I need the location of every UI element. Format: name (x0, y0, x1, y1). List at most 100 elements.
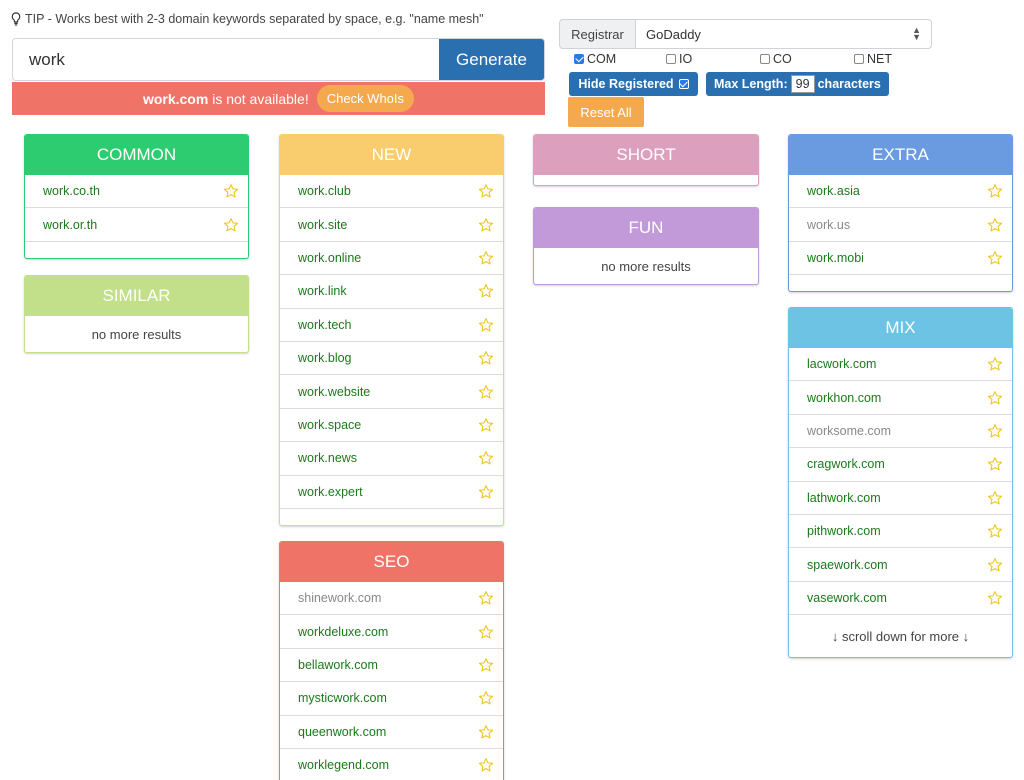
domain-row[interactable]: work.news (280, 442, 503, 476)
domain-row[interactable]: work.asia (789, 175, 1012, 209)
domain-row[interactable]: work.link (280, 275, 503, 309)
star-icon[interactable] (478, 657, 494, 673)
domain-name[interactable]: work.mobi (807, 251, 864, 265)
tld-checkbox[interactable] (574, 54, 584, 64)
domain-row[interactable]: spaework.com (789, 548, 1012, 582)
domain-name[interactable]: work.co.th (43, 184, 100, 198)
domain-name[interactable]: work.website (298, 385, 370, 399)
domain-name[interactable]: cragwork.com (807, 457, 885, 471)
hide-registered-toggle[interactable]: Hide Registered (569, 72, 698, 96)
domain-row[interactable]: work.blog (280, 342, 503, 376)
domain-row[interactable]: work.site (280, 208, 503, 242)
domain-name[interactable]: worklegend.com (298, 758, 389, 772)
tld-option-co[interactable]: CO (760, 52, 792, 66)
star-icon[interactable] (478, 417, 494, 433)
max-length-input[interactable]: 99 (790, 75, 815, 93)
domain-name[interactable]: work.tech (298, 318, 352, 332)
domain-row[interactable]: worksome.com (789, 415, 1012, 449)
domain-row[interactable]: work.tech (280, 309, 503, 342)
star-icon[interactable] (987, 390, 1003, 406)
domain-name[interactable]: workhon.com (807, 391, 881, 405)
star-icon[interactable] (223, 183, 239, 199)
star-icon[interactable] (478, 183, 494, 199)
domain-name[interactable]: vasework.com (807, 591, 887, 605)
domain-row[interactable]: work.us (789, 208, 1012, 242)
star-icon[interactable] (478, 217, 494, 233)
domain-name[interactable]: shinework.com (298, 591, 381, 605)
star-icon[interactable] (987, 590, 1003, 606)
star-icon[interactable] (987, 557, 1003, 573)
star-icon[interactable] (478, 450, 494, 466)
star-icon[interactable] (478, 317, 494, 333)
domain-row[interactable]: lacwork.com (789, 348, 1012, 382)
domain-row[interactable]: vasework.com (789, 582, 1012, 616)
star-icon[interactable] (478, 724, 494, 740)
star-icon[interactable] (987, 356, 1003, 372)
star-icon[interactable] (478, 757, 494, 773)
star-icon[interactable] (987, 250, 1003, 266)
registrar-select[interactable]: GoDaddy ▲ ▼ (636, 19, 932, 49)
tld-checkbox[interactable] (854, 54, 864, 64)
domain-name[interactable]: queenwork.com (298, 725, 386, 739)
generate-button[interactable]: Generate (439, 39, 544, 80)
star-icon[interactable] (478, 590, 494, 606)
tld-option-net[interactable]: NET (854, 52, 892, 66)
star-icon[interactable] (987, 183, 1003, 199)
domain-name[interactable]: bellawork.com (298, 658, 378, 672)
domain-row[interactable]: pithwork.com (789, 515, 1012, 549)
star-icon[interactable] (987, 217, 1003, 233)
domain-name[interactable]: lathwork.com (807, 491, 881, 505)
star-icon[interactable] (478, 624, 494, 640)
domain-name[interactable]: work.link (298, 284, 347, 298)
star-icon[interactable] (478, 690, 494, 706)
star-icon[interactable] (987, 423, 1003, 439)
check-whois-button[interactable]: Check WhoIs (316, 85, 415, 112)
star-icon[interactable] (478, 484, 494, 500)
domain-name[interactable]: work.space (298, 418, 361, 432)
star-icon[interactable] (478, 283, 494, 299)
domain-row[interactable]: lathwork.com (789, 482, 1012, 515)
domain-row[interactable]: workhon.com (789, 381, 1012, 415)
tld-checkbox[interactable] (666, 54, 676, 64)
star-icon[interactable] (478, 350, 494, 366)
hide-registered-checkbox[interactable] (678, 79, 689, 89)
domain-row[interactable]: shinework.com (280, 582, 503, 616)
domain-name[interactable]: worksome.com (807, 424, 891, 438)
domain-row[interactable]: work.expert (280, 476, 503, 509)
domain-row[interactable]: work.mobi (789, 242, 1012, 276)
star-icon[interactable] (987, 456, 1003, 472)
domain-name[interactable]: work.online (298, 251, 361, 265)
domain-name[interactable]: work.expert (298, 485, 363, 499)
domain-name[interactable]: spaework.com (807, 558, 888, 572)
star-icon[interactable] (987, 490, 1003, 506)
tld-checkbox[interactable] (760, 54, 770, 64)
domain-name[interactable]: workdeluxe.com (298, 625, 388, 639)
domain-row[interactable]: work.or.th (25, 208, 248, 242)
domain-row[interactable]: queenwork.com (280, 716, 503, 749)
domain-row[interactable]: work.space (280, 409, 503, 443)
domain-row[interactable]: work.website (280, 375, 503, 409)
domain-name[interactable]: work.asia (807, 184, 860, 198)
domain-name[interactable]: work.site (298, 218, 347, 232)
domain-row[interactable]: mysticwork.com (280, 682, 503, 716)
star-icon[interactable] (223, 217, 239, 233)
domain-name[interactable]: work.or.th (43, 218, 97, 232)
domain-row[interactable]: worklegend.com (280, 749, 503, 780)
domain-name[interactable]: work.blog (298, 351, 352, 365)
domain-name[interactable]: mysticwork.com (298, 691, 387, 705)
keyword-input[interactable] (13, 39, 439, 80)
domain-name[interactable]: work.news (298, 451, 357, 465)
domain-name[interactable]: pithwork.com (807, 524, 881, 538)
domain-row[interactable]: workdeluxe.com (280, 615, 503, 649)
tld-option-com[interactable]: COM (574, 52, 616, 66)
domain-row[interactable]: bellawork.com (280, 649, 503, 683)
star-icon[interactable] (478, 384, 494, 400)
tld-option-io[interactable]: IO (666, 52, 692, 66)
star-icon[interactable] (987, 523, 1003, 539)
reset-all-button[interactable]: Reset All (568, 97, 644, 127)
domain-name[interactable]: work.club (298, 184, 351, 198)
domain-name[interactable]: lacwork.com (807, 357, 876, 371)
domain-row[interactable]: cragwork.com (789, 448, 1012, 482)
star-icon[interactable] (478, 250, 494, 266)
domain-row[interactable]: work.co.th (25, 175, 248, 209)
